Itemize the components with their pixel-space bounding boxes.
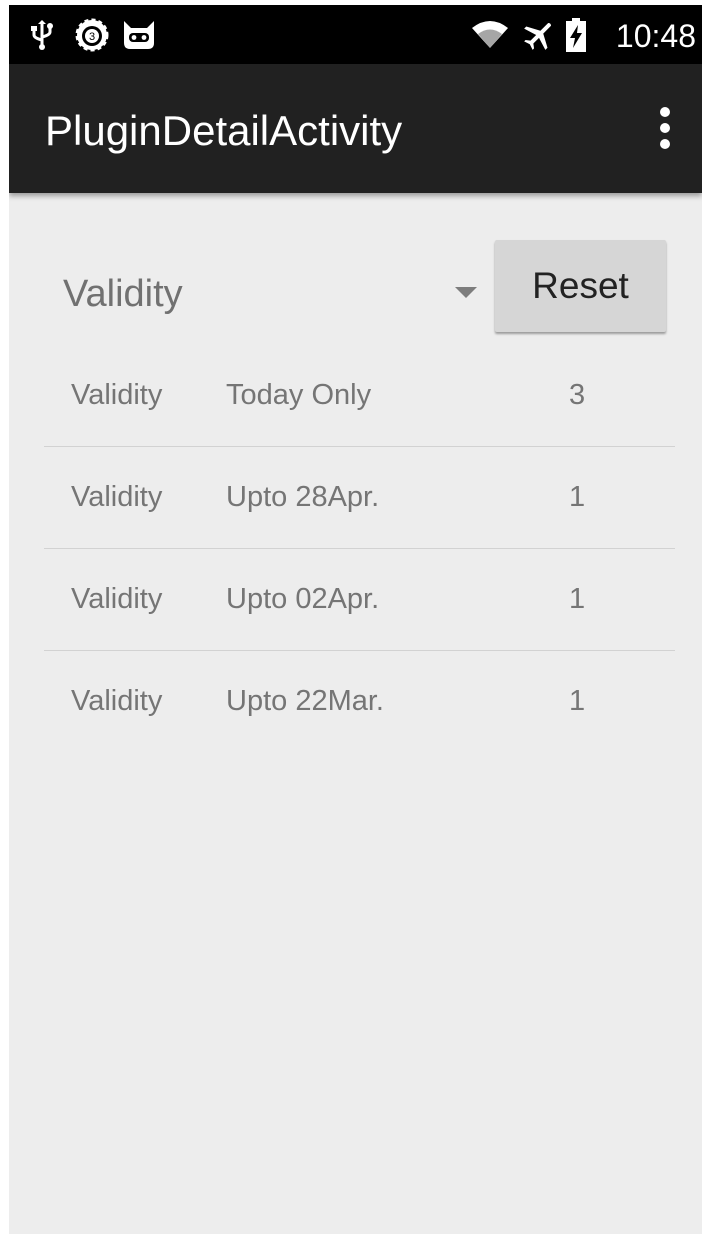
item-count: 3 xyxy=(569,379,586,411)
validity-list: Validity Today Only 3 Validity Upto 28Ap… xyxy=(44,345,675,752)
page-title: PluginDetailActivity xyxy=(45,107,403,154)
status-bar: 3 10:48 xyxy=(9,5,702,64)
updates-badge-icon: 3 xyxy=(75,5,109,64)
item-value: Upto 22Mar. xyxy=(226,685,384,717)
item-key: Validity xyxy=(71,685,163,717)
item-count: 1 xyxy=(569,685,586,717)
battery-charging-icon xyxy=(566,5,586,64)
usb-icon xyxy=(31,5,53,64)
list-item[interactable]: Validity Upto 02Apr. 1 xyxy=(44,549,675,651)
action-bar: PluginDetailActivity xyxy=(9,64,702,193)
item-key: Validity xyxy=(71,583,163,615)
item-value: Upto 02Apr. xyxy=(226,583,380,615)
screen: 3 10:48 PluginDetailActivity Validity Re… xyxy=(9,5,702,1234)
list-item[interactable]: Validity Upto 28Apr. 1 xyxy=(44,447,675,549)
spinner-selected-value: Validity xyxy=(63,273,183,315)
item-count: 1 xyxy=(569,481,586,513)
list-item[interactable]: Validity Today Only 3 xyxy=(44,345,675,447)
more-vert-icon[interactable] xyxy=(648,102,682,154)
item-value: Today Only xyxy=(226,379,372,411)
reset-button[interactable]: Reset xyxy=(495,240,666,332)
cyanogen-mascot-icon xyxy=(121,5,157,64)
airplane-mode-icon xyxy=(521,5,557,64)
item-value: Upto 28Apr. xyxy=(226,481,380,513)
item-count: 1 xyxy=(569,583,586,615)
dropdown-arrow-icon xyxy=(455,287,477,298)
updates-badge-count: 3 xyxy=(89,31,95,43)
list-item[interactable]: Validity Upto 22Mar. 1 xyxy=(44,651,675,752)
wifi-icon xyxy=(471,5,509,64)
clock: 10:48 xyxy=(615,18,696,54)
item-key: Validity xyxy=(71,481,163,513)
item-key: Validity xyxy=(71,379,163,411)
validity-spinner[interactable]: Validity xyxy=(45,247,485,341)
